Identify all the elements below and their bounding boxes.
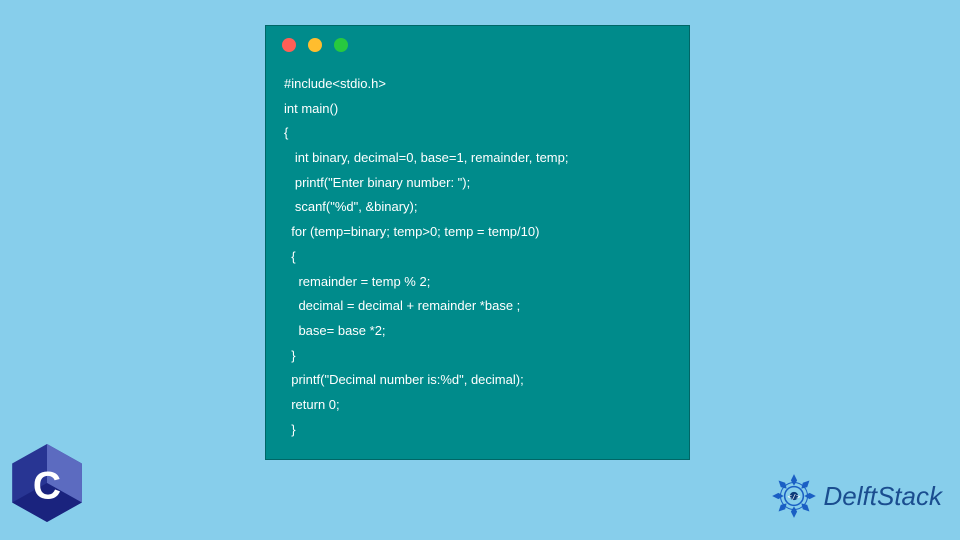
code-window: #include<stdio.h> int main() { int binar… bbox=[265, 25, 690, 460]
code-line: printf("Decimal number is:%d", decimal); bbox=[284, 372, 524, 387]
code-line: { bbox=[284, 249, 296, 264]
code-line: remainder = temp % 2; bbox=[284, 274, 430, 289]
code-line: } bbox=[284, 348, 296, 363]
brand-name: DelftStack bbox=[824, 481, 943, 512]
window-controls bbox=[266, 26, 689, 64]
code-line: int binary, decimal=0, base=1, remainder… bbox=[284, 150, 568, 165]
code-line: for (temp=binary; temp>0; temp = temp/10… bbox=[284, 224, 539, 239]
code-line: decimal = decimal + remainder *base ; bbox=[284, 298, 520, 313]
code-line: { bbox=[284, 125, 288, 140]
delftstack-logo: </> DelftStack bbox=[768, 470, 943, 522]
svg-text:C: C bbox=[33, 464, 61, 507]
minimize-dot-icon bbox=[308, 38, 322, 52]
code-line: printf("Enter binary number: "); bbox=[284, 175, 470, 190]
code-content: #include<stdio.h> int main() { int binar… bbox=[266, 64, 689, 450]
code-line: base= base *2; bbox=[284, 323, 386, 338]
mandala-icon: </> bbox=[768, 470, 820, 522]
code-line: } bbox=[284, 422, 296, 437]
maximize-dot-icon bbox=[334, 38, 348, 52]
c-language-logo-icon: C bbox=[12, 444, 82, 522]
code-line: int main() bbox=[284, 101, 338, 116]
svg-text:</>: </> bbox=[787, 492, 801, 501]
code-line: #include<stdio.h> bbox=[284, 76, 386, 91]
code-line: scanf("%d", &binary); bbox=[284, 199, 418, 214]
close-dot-icon bbox=[282, 38, 296, 52]
code-line: return 0; bbox=[284, 397, 340, 412]
